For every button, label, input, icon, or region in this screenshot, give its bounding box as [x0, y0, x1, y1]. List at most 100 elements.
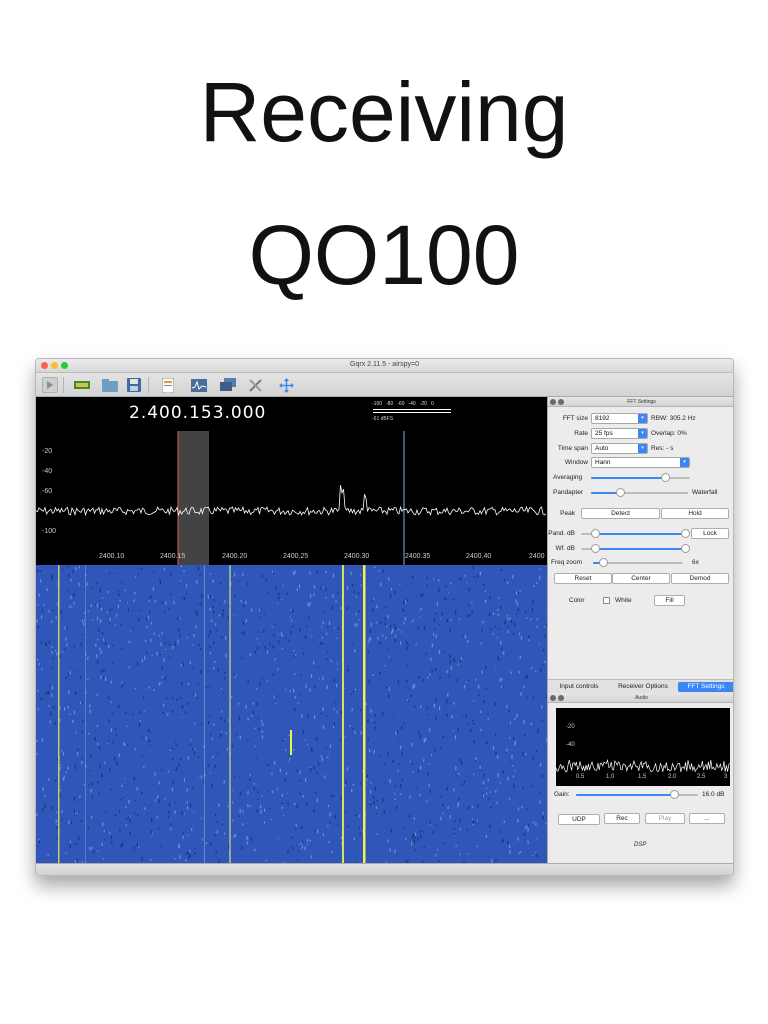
- wf-db-range-slider[interactable]: [581, 544, 690, 553]
- waterfall-noise-speck: [61, 749, 63, 752]
- monitor-icon[interactable]: [220, 377, 236, 393]
- averaging-slider-knob[interactable]: [661, 473, 670, 482]
- pand-db-range-slider[interactable]: [581, 529, 690, 538]
- fft-icon[interactable]: [191, 377, 207, 393]
- panel-float-icon[interactable]: [558, 695, 564, 701]
- freq-zoom-slider[interactable]: [593, 558, 683, 567]
- filter-passband[interactable]: [178, 431, 209, 565]
- waterfall-noise-speck: [464, 635, 466, 639]
- waterfall-noise-speck: [69, 671, 71, 675]
- pand-db-low-knob[interactable]: [591, 529, 600, 538]
- waterfall-noise-speck: [209, 573, 211, 575]
- device-icon[interactable]: [74, 377, 90, 393]
- waterfall-noise-speck: [501, 685, 503, 689]
- waterfall-noise-speck: [450, 666, 452, 670]
- waterfall-noise-speck: [360, 584, 362, 587]
- waterfall-noise-speck: [133, 849, 135, 852]
- document-icon[interactable]: [160, 377, 176, 393]
- open-folder-icon[interactable]: [102, 377, 118, 393]
- waterfall-noise-speck: [313, 585, 316, 589]
- reset-button[interactable]: Reset: [554, 573, 612, 584]
- waterfall-display[interactable]: [36, 565, 547, 863]
- freq-zoom-knob[interactable]: [599, 558, 608, 567]
- waterfall-noise-speck: [173, 601, 175, 605]
- play-icon[interactable]: [42, 377, 58, 393]
- spectrum-canvas[interactable]: [36, 397, 547, 565]
- waterfall-signal-trace: [363, 565, 366, 863]
- waterfall-noise-speck: [544, 634, 546, 638]
- waterfall-noise-speck: [146, 651, 148, 654]
- udp-button[interactable]: UDP: [558, 814, 600, 825]
- tab-fft-settings[interactable]: FFT Settings: [678, 682, 733, 692]
- panel-close-icon[interactable]: [550, 695, 556, 701]
- waterfall-noise-speck: [207, 595, 209, 599]
- gain-slider[interactable]: [576, 790, 698, 799]
- averaging-slider[interactable]: [591, 473, 690, 482]
- frequency-readout[interactable]: 2.400.153.000: [129, 403, 266, 423]
- pandapter-slider-knob[interactable]: [616, 488, 625, 497]
- waterfall-noise-speck: [164, 642, 166, 645]
- waterfall-noise-speck: [374, 721, 376, 724]
- save-icon[interactable]: [126, 377, 142, 393]
- tools-icon[interactable]: [247, 377, 263, 393]
- hold-button[interactable]: Hold: [661, 508, 729, 519]
- meter-tick-label: 0: [430, 401, 434, 407]
- play-button[interactable]: Play: [645, 813, 685, 824]
- waterfall-noise-speck: [532, 696, 535, 699]
- more-button[interactable]: ...: [689, 813, 725, 824]
- center-button[interactable]: Center: [612, 573, 670, 584]
- pand-db-high-knob[interactable]: [681, 529, 690, 538]
- spectrum-plot[interactable]: 2.400.153.000 -100 -80 -60 -40 -20 0 -61 dBFS…: [36, 397, 547, 565]
- waterfall-noise-speck: [340, 606, 342, 610]
- move-icon[interactable]: [278, 377, 294, 393]
- waterfall-noise-speck: [418, 675, 420, 679]
- tab-receiver-options[interactable]: Receiver Options: [610, 682, 676, 692]
- waterfall-noise-speck: [501, 678, 503, 682]
- waterfall-noise-speck: [197, 756, 200, 759]
- waterfall-noise-speck: [392, 628, 394, 633]
- waterfall-noise-speck: [222, 609, 224, 612]
- demod-button[interactable]: Demod: [671, 573, 729, 584]
- waterfall-noise-speck: [167, 713, 169, 716]
- waterfall-noise-speck: [436, 602, 438, 606]
- waterfall-noise-speck: [282, 634, 284, 637]
- waterfall-noise-speck: [144, 640, 147, 643]
- waterfall-noise-speck: [293, 650, 295, 652]
- fill-button[interactable]: Fill: [654, 595, 685, 606]
- wf-db-low-knob[interactable]: [591, 544, 600, 553]
- waterfall-noise-speck: [482, 628, 484, 631]
- window-select[interactable]: Hann ▾: [591, 457, 690, 468]
- waterfall-noise-speck: [354, 623, 356, 628]
- rate-select[interactable]: 25 fps ▾: [591, 428, 648, 439]
- panel-close-icon[interactable]: [550, 399, 556, 405]
- white-checkbox[interactable]: [603, 597, 610, 604]
- waterfall-noise-speck: [237, 580, 239, 582]
- waterfall-noise-speck: [346, 767, 349, 771]
- waterfall-noise-speck: [133, 658, 135, 660]
- pandapter-waterfall-slider[interactable]: [591, 488, 688, 497]
- waterfall-noise-speck: [487, 718, 489, 720]
- lock-button[interactable]: Lock: [691, 528, 729, 539]
- tab-input-controls[interactable]: Input controls: [551, 682, 607, 692]
- waterfall-noise-speck: [124, 589, 126, 592]
- waterfall-noise-speck: [236, 733, 238, 737]
- rec-button[interactable]: Rec: [604, 813, 640, 824]
- waterfall-noise-speck: [278, 640, 280, 644]
- slide-title-line1: Receiving: [199, 65, 569, 159]
- audio-x-label: 0.5: [576, 774, 585, 780]
- wf-db-high-knob[interactable]: [681, 544, 690, 553]
- waterfall-canvas[interactable]: [36, 565, 547, 863]
- waterfall-noise-speck: [459, 758, 461, 762]
- timespan-select[interactable]: Auto ▾: [591, 443, 648, 454]
- fft-size-select[interactable]: 8192 ▾: [591, 413, 648, 424]
- waterfall-noise-speck: [321, 626, 323, 628]
- waterfall-noise-speck: [83, 622, 85, 626]
- gain-slider-knob[interactable]: [670, 790, 679, 799]
- waterfall-noise-speck: [326, 632, 328, 635]
- waterfall-noise-speck: [254, 727, 256, 729]
- waterfall-noise-speck: [310, 855, 312, 859]
- waterfall-noise-speck: [197, 776, 199, 778]
- waterfall-noise-speck: [370, 708, 372, 713]
- panel-float-icon[interactable]: [558, 399, 564, 405]
- detect-button[interactable]: Detect: [581, 508, 660, 519]
